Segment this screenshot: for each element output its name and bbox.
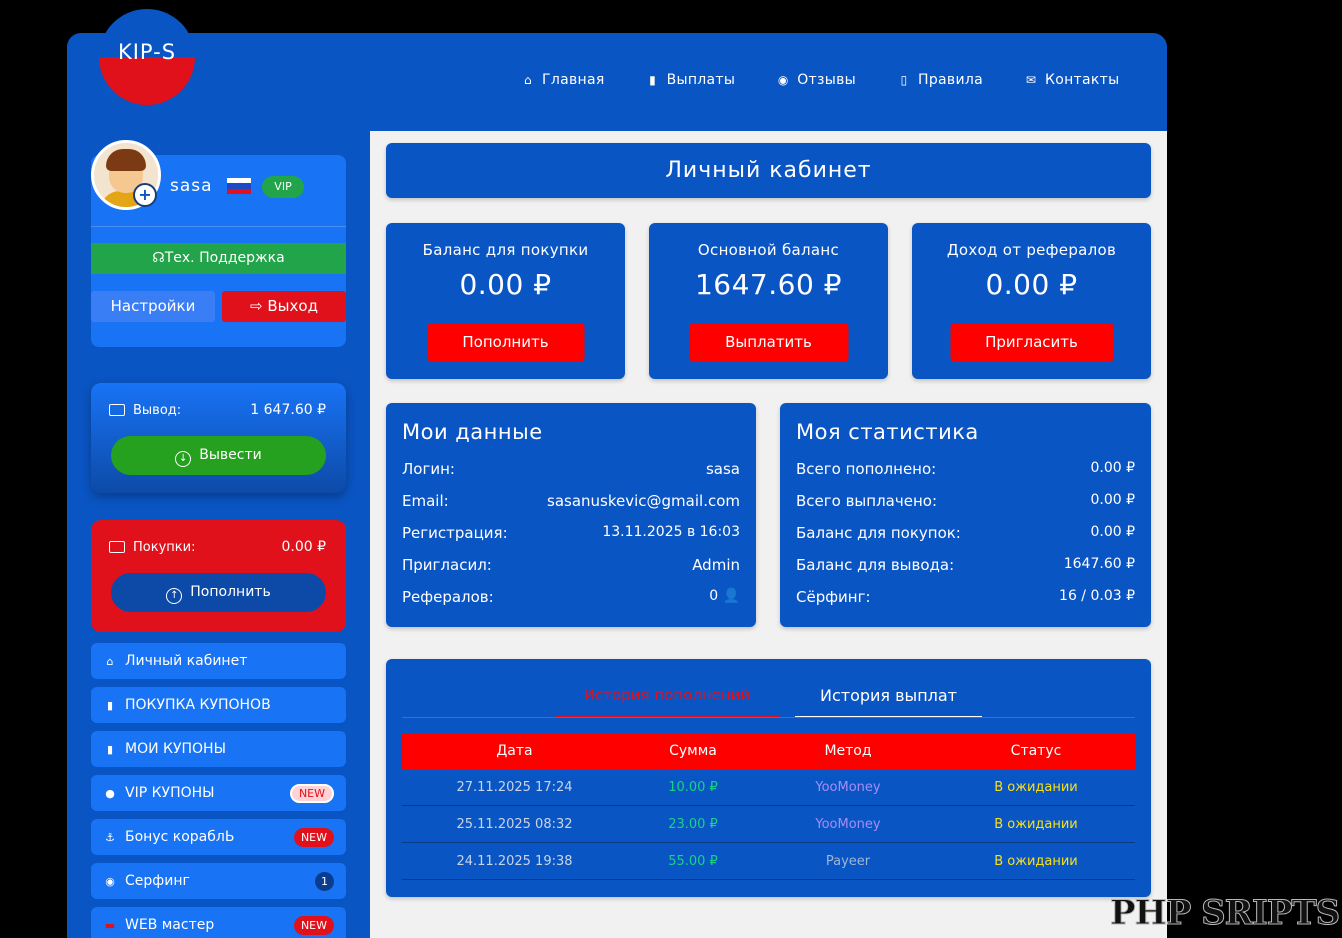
site-logo[interactable]: KIP-S: [99, 9, 195, 105]
nav-rules[interactable]: ▯ Правила: [896, 72, 983, 88]
settings-button[interactable]: Настройки: [91, 291, 215, 322]
side-menu: ⌂ Личный кабинет ▮ ПОКУПКА КУПОНОВ ▮ МОИ КУ…: [91, 643, 346, 938]
arrow-up-circle-icon: ↑: [166, 588, 183, 604]
data-row-registration: Регистрация: 13.11.2025 в 16:03: [402, 524, 740, 542]
lightbulb-icon: ●: [105, 786, 115, 800]
sidebar-item-web-master[interactable]: ▬ WEB мастер NEW: [91, 907, 346, 938]
column-header-amount[interactable]: Сумма: [627, 734, 759, 769]
page-title: Личный кабинет: [386, 143, 1151, 198]
data-row-email: Email: sasanuskevic@gmail.com: [402, 492, 740, 510]
my-data-card: Мои данные Логин: sasa Email: sasanuskevic…: [386, 403, 756, 627]
count-badge: 1: [315, 872, 334, 891]
sidebar-item-my-coupons[interactable]: ▮ МОИ КУПОНЫ: [91, 731, 346, 767]
my-stats-title: Моя статистика: [796, 420, 979, 444]
stat-row-total-deposited: Всего пополнено: 0.00 ₽: [796, 460, 1135, 478]
chat-icon: ◉: [777, 73, 789, 87]
support-button[interactable]: ☊Тех. Поддержка: [91, 243, 346, 274]
sidebar-item-surfing[interactable]: ◉ Серфинг 1: [91, 863, 346, 899]
balance-title: Баланс для покупки: [422, 241, 589, 259]
referral-income-card: Доход от рефералов 0.00 ₽ Пригласить: [912, 223, 1151, 379]
logo-text: KIP-S: [117, 40, 177, 64]
payout-button[interactable]: Выплатить: [689, 323, 848, 362]
tabs-divider: [402, 717, 1135, 718]
nav-payouts[interactable]: ▮ Выплаты: [645, 72, 736, 88]
receipt-icon: ▮: [106, 742, 114, 756]
wallet-icon: [109, 404, 125, 416]
add-avatar-button[interactable]: +: [133, 183, 157, 207]
headset-icon: ☊: [152, 250, 165, 266]
purchases-row: Покупки: 0.00 ₽: [109, 539, 326, 555]
purchases-amount: 0.00 ₽: [281, 539, 326, 555]
logo-red-half: [99, 57, 195, 105]
new-badge: NEW: [289, 784, 334, 803]
arrow-down-circle-icon: ↓: [175, 451, 192, 467]
tab-deposit-history[interactable]: История пополнений: [555, 686, 779, 718]
my-stats-card: Моя статистика Всего пополнено: 0.00 ₽ Вс…: [780, 403, 1151, 627]
nav-reviews[interactable]: ◉ Отзывы: [775, 72, 856, 88]
nav-home[interactable]: ⌂ Главная: [520, 72, 605, 88]
sidebar-item-vip-coupons[interactable]: ● VIP КУПОНЫ NEW: [91, 775, 346, 811]
new-badge: NEW: [293, 916, 334, 935]
avatar-hair: [106, 149, 146, 171]
clipboard-icon: ▯: [900, 73, 908, 87]
withdraw-row: Вывод: 1 647.60 ₽: [109, 402, 326, 418]
username: sasa: [170, 176, 213, 196]
invite-button[interactable]: Пригласить: [950, 323, 1113, 362]
logout-icon: ⇨: [250, 297, 268, 315]
top-navigation: ⌂ Главная ▮ Выплаты ◉ Отзывы ▯ Правила ✉ Конт…: [520, 72, 1159, 88]
profile-divider: [91, 226, 346, 227]
column-header-status[interactable]: Статус: [937, 734, 1135, 769]
home-icon: ⌂: [524, 73, 532, 87]
anchor-icon: ⚓: [105, 830, 115, 844]
balance-value: 0.00 ₽: [459, 268, 552, 301]
clipboard-icon: ▮: [106, 698, 114, 712]
withdraw-card: Вывод: 1 647.60 ₽ ↓ Вывести: [91, 383, 346, 493]
topup-button[interactable]: ↑ Пополнить: [111, 573, 326, 612]
balance-value: 0.00 ₽: [985, 268, 1078, 301]
my-data-title: Мои данные: [402, 420, 543, 444]
vip-badge: VIP: [262, 176, 304, 198]
table-row: 24.11.2025 19:38 55.00 ₽ Payeer В ожидан…: [402, 843, 1135, 880]
tab-payout-history[interactable]: История выплат: [795, 686, 982, 718]
data-row-referrals: Рефералов: 0 👤: [402, 588, 740, 606]
new-badge: NEW: [293, 828, 334, 847]
balance-value: 1647.60 ₽: [694, 268, 842, 301]
stat-row-surfing: Сёрфинг: 16 / 0.03 ₽: [796, 588, 1135, 606]
main-balance-card: Основной баланс 1647.60 ₽ Выплатить: [649, 223, 888, 379]
data-row-invited-by: Пригласил: Admin: [402, 556, 740, 574]
sidebar-item-dashboard[interactable]: ⌂ Личный кабинет: [91, 643, 346, 679]
wallet-icon: [109, 541, 125, 553]
stat-row-purchase-balance: Баланс для покупок: 0.00 ₽: [796, 524, 1135, 542]
eye-icon: ◉: [105, 874, 115, 888]
withdraw-button[interactable]: ↓ Вывести: [111, 436, 326, 475]
sidebar-item-bonus-ship[interactable]: ⚓ Бонус кораблЬ NEW: [91, 819, 346, 855]
data-row-login: Логин: sasa: [402, 460, 740, 478]
history-table-header: Дата Сумма Метод Статус: [402, 734, 1135, 769]
topup-balance-button[interactable]: Пополнить: [427, 323, 584, 362]
bar-chart-icon: ▮: [649, 73, 657, 87]
table-row: 25.11.2025 08:32 23.00 ₽ YooMoney В ожид…: [402, 806, 1135, 843]
envelope-icon: ✉: [1025, 73, 1037, 87]
logout-button[interactable]: ⇨ Выход: [222, 291, 346, 322]
purchases-card: Покупки: 0.00 ₽ ↑ Пополнить: [91, 520, 346, 632]
watermark: PHP SRIPTS: [1109, 893, 1340, 934]
purchase-balance-card: Баланс для покупки 0.00 ₽ Пополнить: [386, 223, 625, 379]
column-header-date[interactable]: Дата: [402, 734, 627, 769]
nav-contacts[interactable]: ✉ Контакты: [1023, 72, 1119, 88]
column-header-method[interactable]: Метод: [759, 734, 937, 769]
home-icon: ⌂: [106, 654, 114, 668]
table-row: 27.11.2025 17:24 10.00 ₽ YooMoney В ожид…: [402, 769, 1135, 806]
withdraw-amount: 1 647.60 ₽: [250, 402, 326, 418]
balance-title: Доход от рефералов: [946, 241, 1117, 259]
stat-row-withdraw-balance: Баланс для вывода: 1647.60 ₽: [796, 556, 1135, 574]
sidebar-item-buy-coupons[interactable]: ▮ ПОКУПКА КУПОНОВ: [91, 687, 346, 723]
stat-row-total-paid: Всего выплачено: 0.00 ₽: [796, 492, 1135, 510]
russia-flag-icon: [227, 178, 251, 194]
web-icon: ▬: [104, 918, 116, 932]
balance-title: Основной баланс: [697, 241, 840, 259]
